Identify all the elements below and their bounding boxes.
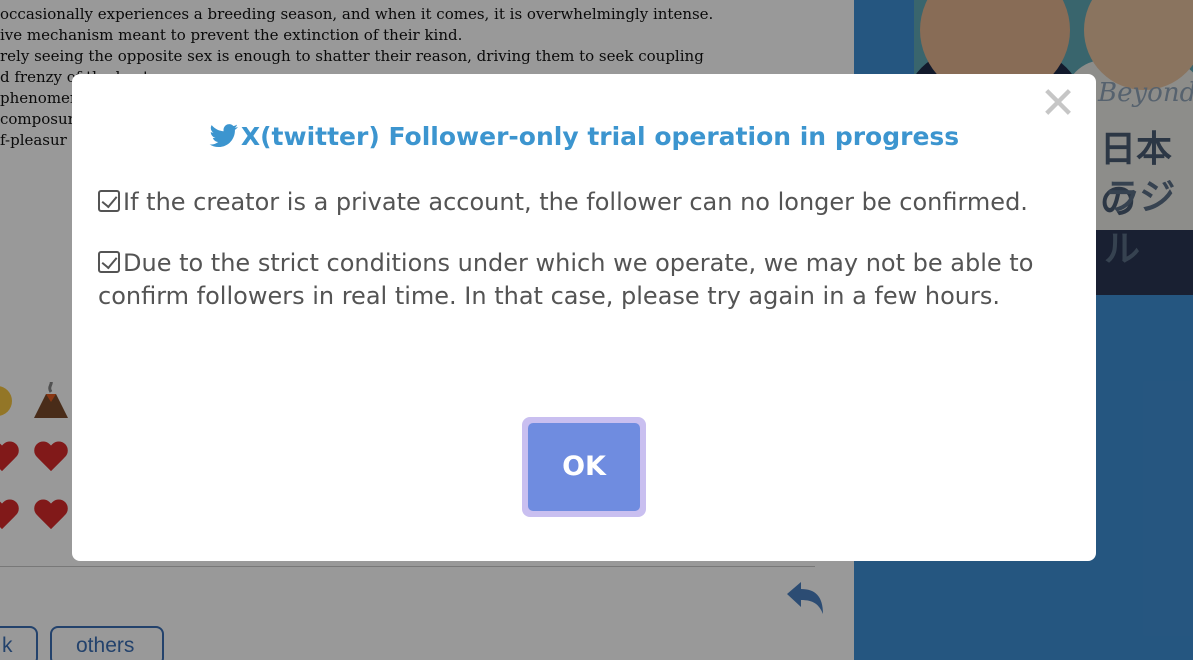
notice-item: Due to the strict conditions under which… xyxy=(98,247,1068,313)
dialog-title-text: X(twitter) Follower-only trial operation… xyxy=(240,122,960,151)
twitter-bird-icon xyxy=(209,124,238,148)
close-button[interactable]: ✕ xyxy=(1038,82,1078,126)
checkbox-checked-icon xyxy=(98,190,120,212)
notice-text: Due to the strict conditions under which… xyxy=(98,249,1034,310)
follower-notice-dialog: ✕ X(twitter) Follower-only trial operati… xyxy=(72,74,1096,561)
ok-button[interactable]: OK xyxy=(528,423,640,511)
dialog-title: X(twitter) Follower-only trial operation… xyxy=(72,122,1096,151)
checkbox-checked-icon xyxy=(98,251,120,273)
notice-text: If the creator is a private account, the… xyxy=(123,188,1028,216)
notice-item: If the creator is a private account, the… xyxy=(98,186,1068,219)
